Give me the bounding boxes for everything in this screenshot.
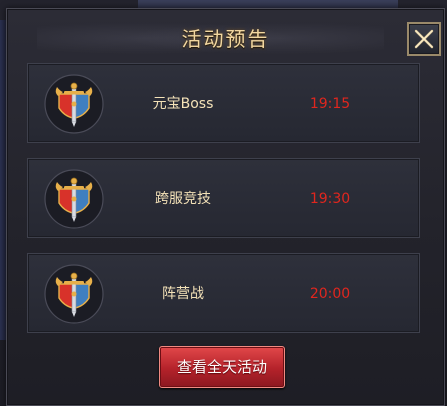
event-time: 20:00 [309, 286, 351, 302]
close-button[interactable] [407, 22, 441, 56]
event-time: 19:15 [309, 96, 351, 112]
event-time: 19:30 [309, 191, 351, 207]
view-all-day-activities-button[interactable]: 查看全天活动 [159, 346, 285, 388]
event-name: 元宝Boss [152, 96, 214, 112]
event-row-cross-server-arena[interactable]: 跨服竞技 19:30 [27, 158, 420, 238]
game-screen: 活动预告 元宝Boss 19:15 跨服竞技 19:30 阵营战 20:00 查… [0, 0, 447, 406]
sword-shield-emblem-icon [44, 169, 104, 229]
sword-shield-emblem-icon [44, 264, 104, 324]
sword-shield-emblem-icon [44, 74, 104, 134]
close-icon [414, 29, 434, 49]
activity-preview-panel: 活动预告 元宝Boss 19:15 跨服竞技 19:30 阵营战 20:00 查… [6, 8, 445, 406]
event-row-faction-war[interactable]: 阵营战 20:00 [27, 253, 420, 333]
panel-title: 活动预告 [181, 27, 270, 51]
event-name: 跨服竞技 [155, 191, 211, 207]
event-name: 阵营战 [162, 286, 204, 302]
event-row-yuanbao-boss[interactable]: 元宝Boss 19:15 [27, 63, 420, 143]
